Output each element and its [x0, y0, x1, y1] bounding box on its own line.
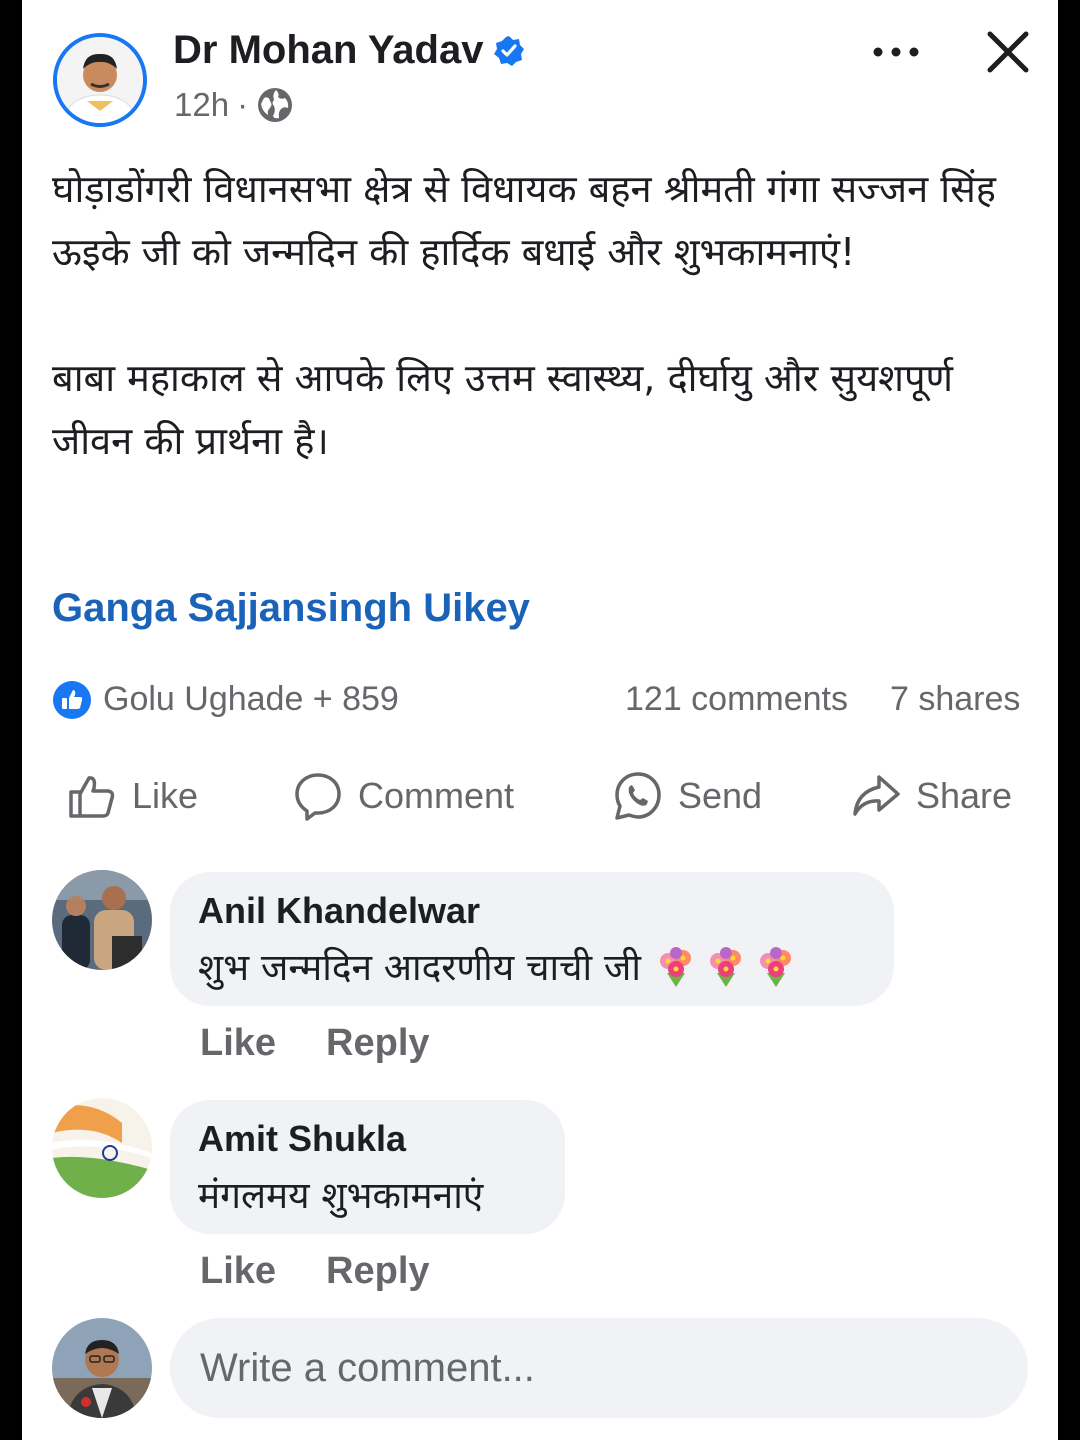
verified-badge-icon: [494, 35, 525, 66]
author-avatar[interactable]: [53, 33, 147, 127]
close-icon[interactable]: [984, 28, 1032, 76]
author-name-text[interactable]: Dr Mohan Yadav: [173, 28, 483, 73]
flower-bouquet-icon: [659, 946, 691, 987]
current-user-avatar[interactable]: [52, 1318, 152, 1418]
post-card: Dr Mohan Yadav 12h · घोड़ाडोंगरी विधानसभ…: [22, 0, 1058, 1440]
commenter-avatar[interactable]: [52, 1098, 152, 1198]
post-time[interactable]: 12h: [174, 86, 229, 124]
share-button-label: Share: [916, 775, 1013, 816]
comment-button-label: Comment: [358, 775, 515, 816]
shares-count[interactable]: 7 shares: [890, 680, 1020, 719]
commenter-name[interactable]: Anil Khandelwar: [198, 890, 864, 932]
whatsapp-icon: [615, 772, 661, 820]
commenter-avatar[interactable]: [52, 870, 152, 970]
flower-bouquet-icon: [709, 946, 741, 987]
comment-icon: [295, 773, 341, 821]
comment-reply-button[interactable]: Reply: [326, 1250, 429, 1292]
comment-text: शुभ जन्मदिन आदरणीय चाची जी: [198, 940, 864, 991]
author-name[interactable]: Dr Mohan Yadav: [173, 28, 525, 73]
globe-icon[interactable]: [256, 86, 294, 124]
share-icon: [853, 775, 900, 816]
like-button-label: Like: [132, 775, 199, 816]
comment-like-button[interactable]: Like: [200, 1022, 276, 1064]
thumbs-up-icon: [69, 776, 115, 818]
comment-actions: Like Reply: [200, 1022, 430, 1065]
post-meta: 12h ·: [174, 86, 294, 124]
commenter-name[interactable]: Amit Shukla: [198, 1118, 535, 1160]
comment-bubble: Anil Khandelwar शुभ जन्मदिन आदरणीय चाची …: [170, 872, 894, 1006]
tagged-person-link[interactable]: Ganga Sajjansingh Uikey: [52, 586, 530, 631]
comment-button[interactable]: Comment: [292, 766, 514, 826]
like-button[interactable]: Like: [66, 766, 198, 826]
comment-text: मंगलमय शुभकामनाएं: [198, 1174, 484, 1217]
meta-separator: ·: [237, 86, 249, 123]
post-paragraph: घोड़ाडोंगरी विधानसभा क्षेत्र से विधायक ब…: [52, 167, 996, 274]
comment-input[interactable]: Write a comment...: [170, 1318, 1028, 1418]
comment-reply-button[interactable]: Reply: [326, 1022, 429, 1064]
post-body: घोड़ाडोंगरी विधानसभा क्षेत्र से विधायक ब…: [52, 158, 1012, 473]
comment-input-placeholder: Write a comment...: [200, 1345, 535, 1390]
comments-count[interactable]: 121 comments: [625, 680, 848, 719]
like-reaction-icon[interactable]: [52, 680, 92, 720]
post-paragraph: बाबा महाकाल से आपके लिए उत्तम स्वास्थ्य,…: [52, 356, 954, 463]
share-button[interactable]: Share: [850, 766, 1012, 826]
comment-actions: Like Reply: [200, 1250, 430, 1293]
send-button[interactable]: Send: [612, 766, 762, 826]
more-options-icon[interactable]: [868, 28, 924, 76]
flower-bouquet-icon: [759, 946, 791, 987]
comment-text-content: शुभ जन्मदिन आदरणीय चाची जी: [198, 946, 641, 989]
comment-bubble: Amit Shukla मंगलमय शुभकामनाएं: [170, 1100, 565, 1234]
send-button-label: Send: [678, 775, 763, 816]
comment-like-button[interactable]: Like: [200, 1250, 276, 1292]
reactions-summary[interactable]: Golu Ughade + 859: [103, 680, 399, 719]
